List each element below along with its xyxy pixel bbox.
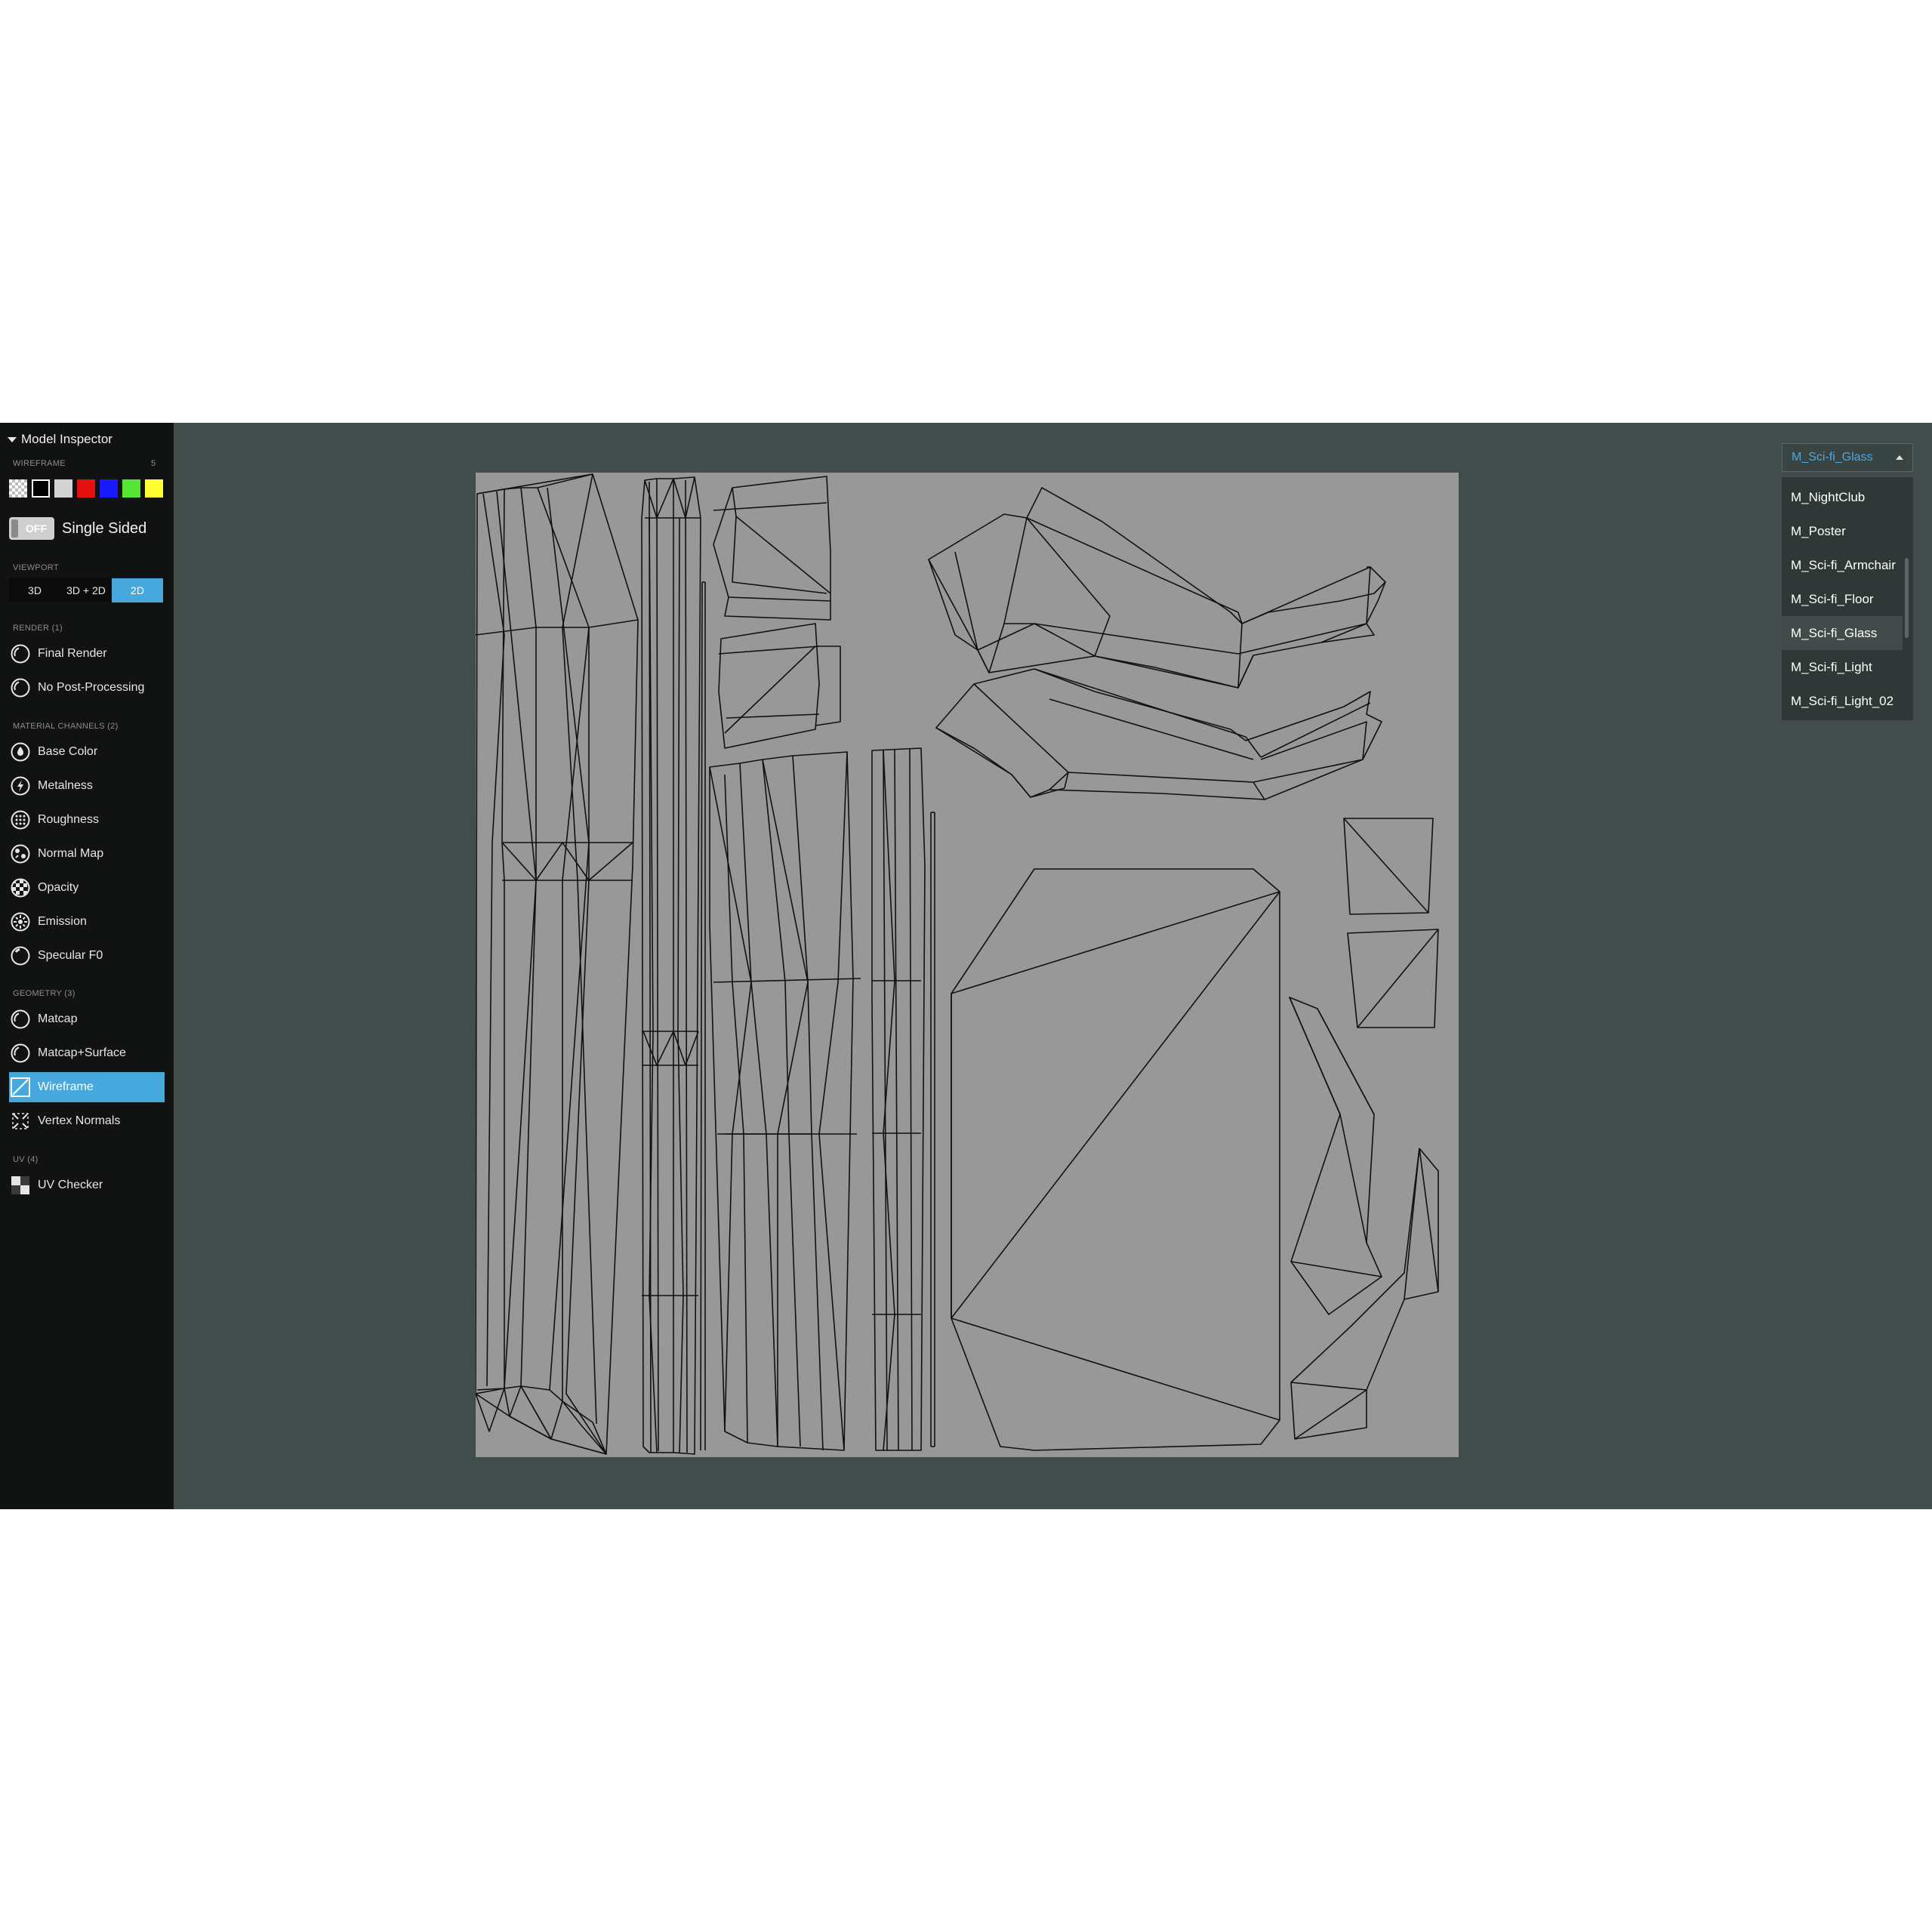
material-option[interactable]: M_Sci-fi_Light_02 [1782, 684, 1903, 718]
panel-header[interactable]: Model Inspector [8, 432, 112, 447]
viewport-2d-button[interactable]: 2D [112, 578, 163, 602]
material-dropdown-list: M_NightClub M_Poster M_Sci-fi_Armchair M… [1782, 477, 1913, 720]
material-option-selected[interactable]: M_Sci-fi_Glass [1782, 616, 1903, 650]
material-option[interactable]: M_Sci-fi_Armchair [1782, 548, 1903, 582]
single-sided-label: Single Sided [62, 519, 147, 537]
single-sided-toggle[interactable]: OFF [9, 517, 54, 540]
uv-section-label: UV (4) [13, 1155, 39, 1164]
material-channels-section-label: MATERIAL CHANNELS (2) [13, 722, 119, 731]
item-label: Normal Map [38, 847, 104, 860]
metalness-icon [9, 775, 32, 797]
swatch-green[interactable] [122, 479, 140, 498]
roughness-icon [9, 809, 32, 831]
material-select-value: M_Sci-fi_Glass [1792, 451, 1873, 464]
uv-wireframe [475, 473, 1439, 1455]
specular-icon [9, 944, 32, 967]
toggle-knob [11, 519, 18, 538]
channel-base-color[interactable]: Base Color [9, 737, 165, 767]
item-label: Wireframe [38, 1080, 94, 1093]
no-post-processing-icon [9, 676, 32, 699]
uv-checker-icon [9, 1174, 32, 1197]
toggle-state: OFF [26, 522, 47, 535]
channel-metalness[interactable]: Metalness [9, 771, 165, 801]
viewport-3d-button[interactable]: 3D [9, 578, 60, 602]
swatch-black[interactable] [32, 479, 50, 498]
swatch-yellow[interactable] [145, 479, 163, 498]
collapse-triangle-icon [8, 436, 17, 442]
channel-opacity[interactable]: Opacity [9, 873, 165, 903]
item-label: Base Color [38, 745, 98, 758]
normal-map-icon [9, 843, 32, 865]
material-option[interactable]: M_Sci-fi_Light [1782, 650, 1903, 684]
channel-normal-map[interactable]: Normal Map [9, 839, 165, 869]
material-option[interactable]: M_NightClub [1782, 480, 1903, 514]
swatch-blue[interactable] [100, 479, 118, 498]
uv-layout-canvas[interactable] [475, 473, 1459, 1457]
swatch-checker[interactable] [9, 479, 27, 498]
item-label: No Post-Processing [38, 681, 145, 694]
geometry-wireframe[interactable]: Wireframe [9, 1072, 165, 1102]
item-label: Matcap [38, 1012, 78, 1025]
item-label: Opacity [38, 881, 79, 894]
final-render-icon [9, 642, 32, 665]
geometry-vertex-normals[interactable]: Vertex Normals [9, 1106, 165, 1136]
item-label: Emission [38, 915, 87, 928]
geometry-matcap[interactable]: Matcap [9, 1004, 165, 1034]
geometry-matcap-surface[interactable]: Matcap+Surface [9, 1038, 165, 1068]
material-option[interactable]: M_Poster [1782, 514, 1903, 548]
material-select[interactable]: M_Sci-fi_Glass [1782, 443, 1913, 472]
dropdown-scrollbar[interactable] [1905, 558, 1909, 638]
item-label: Final Render [38, 647, 107, 660]
single-sided-row: OFF Single Sided [9, 517, 146, 540]
wireframe-section-label: WIREFRAME [13, 459, 66, 468]
item-label: Vertex Normals [38, 1114, 121, 1127]
opacity-icon [9, 877, 32, 899]
viewport-3d2d-button[interactable]: 3D + 2D [60, 578, 112, 602]
model-inspector-panel: Model Inspector WIREFRAME 5 OFF Single S… [0, 423, 174, 1509]
base-color-icon [9, 741, 32, 763]
emission-icon [9, 911, 32, 933]
channel-roughness[interactable]: Roughness [9, 805, 165, 835]
geometry-section-label: GEOMETRY (3) [13, 989, 75, 998]
render-no-post-processing[interactable]: No Post-Processing [9, 673, 165, 703]
item-label: Roughness [38, 813, 99, 826]
channel-specular-f0[interactable]: Specular F0 [9, 941, 165, 971]
item-label: Matcap+Surface [38, 1046, 126, 1059]
matcap-surface-icon [9, 1042, 32, 1065]
channel-emission[interactable]: Emission [9, 907, 165, 937]
viewport-section-label: VIEWPORT [13, 563, 59, 572]
swatch-red[interactable] [77, 479, 95, 498]
wireframe-color-swatches [9, 479, 163, 498]
caret-up-icon [1896, 455, 1903, 460]
viewport-switch: 3D 3D + 2D 2D [9, 578, 163, 602]
wireframe-count: 5 [151, 459, 156, 468]
matcap-icon [9, 1008, 32, 1031]
item-label: Specular F0 [38, 949, 103, 962]
item-label: UV Checker [38, 1179, 103, 1191]
render-final-render[interactable]: Final Render [9, 639, 165, 669]
material-option[interactable]: M_Sci-fi_Floor [1782, 582, 1903, 616]
uv-checker[interactable]: UV Checker [9, 1170, 165, 1200]
swatch-gray[interactable] [54, 479, 72, 498]
wireframe-icon [9, 1076, 32, 1098]
model-viewer-app: Model Inspector WIREFRAME 5 OFF Single S… [0, 423, 1932, 1509]
item-label: Metalness [38, 779, 93, 792]
vertex-normals-icon [9, 1110, 32, 1132]
panel-title: Model Inspector [21, 432, 112, 446]
render-section-label: RENDER (1) [13, 624, 63, 633]
